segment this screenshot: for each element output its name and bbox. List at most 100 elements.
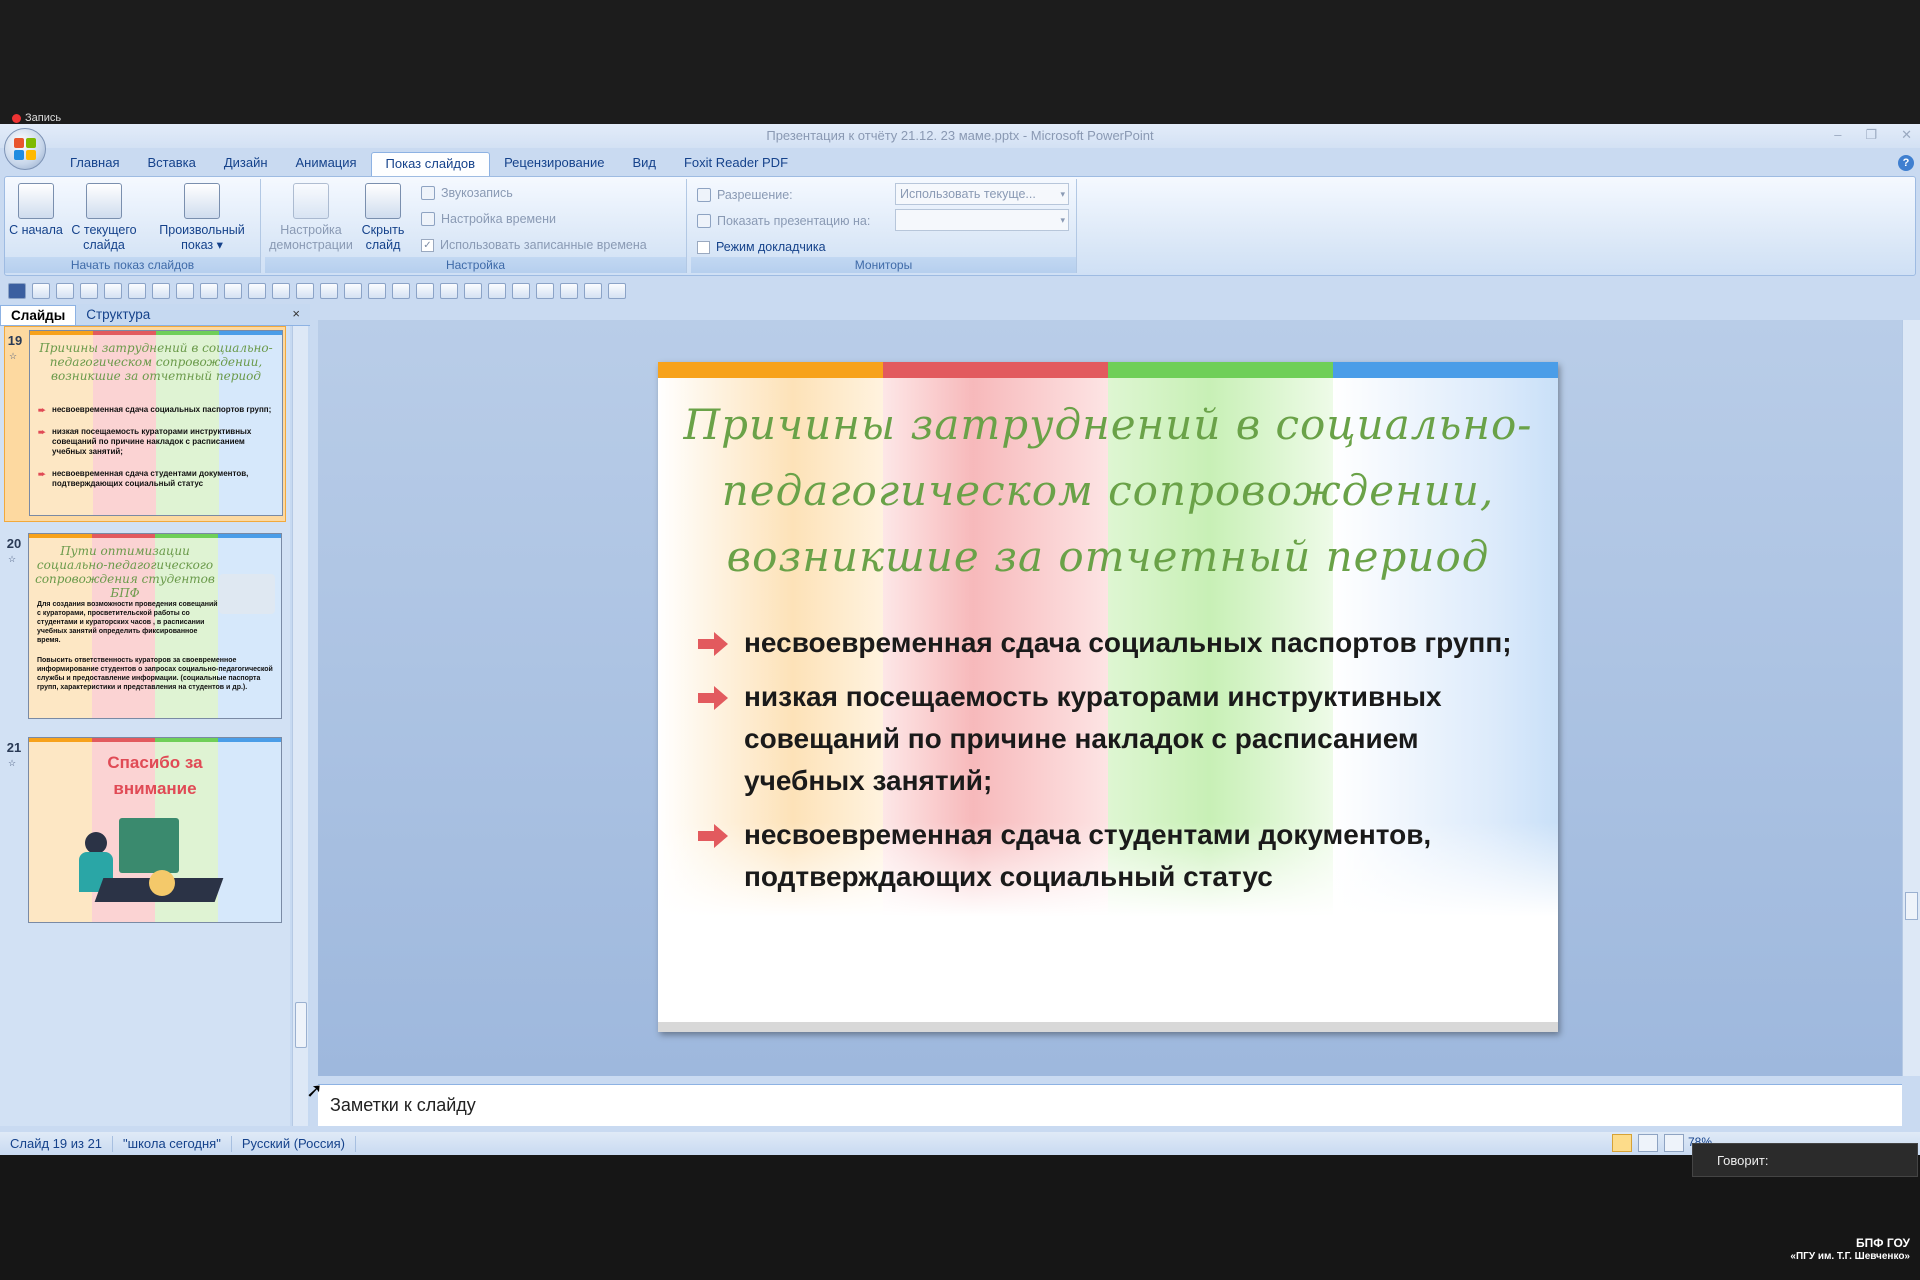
spelling-icon[interactable] bbox=[392, 283, 410, 299]
picture-icon[interactable] bbox=[152, 283, 170, 299]
paste-icon[interactable] bbox=[296, 283, 314, 299]
align-icon[interactable] bbox=[440, 283, 458, 299]
bullet-item: несвоевременная сдача студентами докумен… bbox=[678, 814, 1538, 898]
tab-design[interactable]: Дизайн bbox=[210, 152, 282, 176]
thumbnail-bullet: ➨ несвоевременная сдача социальных паспор… bbox=[38, 405, 272, 415]
open-icon[interactable] bbox=[416, 283, 434, 299]
slide-sorter-icon[interactable] bbox=[1638, 1134, 1658, 1152]
thumbnail-slide-19[interactable]: 19 ☆ Причины затруднений в социально-пед… bbox=[4, 326, 286, 522]
hide-slide-button[interactable]: Скрыть слайд bbox=[355, 181, 411, 253]
arrange-icon[interactable] bbox=[464, 283, 482, 299]
setup-show-icon bbox=[293, 183, 329, 219]
status-theme[interactable]: "школа сегодня" bbox=[113, 1135, 232, 1152]
notes-pane[interactable]: Заметки к слайду bbox=[318, 1084, 1902, 1126]
scrollbar-thumb[interactable] bbox=[1905, 892, 1918, 920]
preview-icon[interactable] bbox=[104, 283, 122, 299]
print-icon[interactable] bbox=[80, 283, 98, 299]
thumbnail-text: Повысить ответственность кураторов за св… bbox=[37, 657, 273, 691]
thumbnail-slide-21[interactable]: 21 ☆ Спасибо за внимание bbox=[4, 734, 286, 930]
group-label-setup: Настройка bbox=[265, 257, 686, 273]
tab-slides[interactable]: Слайды bbox=[0, 305, 77, 325]
table-icon[interactable] bbox=[536, 283, 554, 299]
record-narration-button[interactable]: Звукозапись bbox=[421, 183, 513, 203]
resolution-select[interactable]: Использовать текуще... ▾ bbox=[895, 183, 1069, 205]
show-on-label: Показать презентацию на: bbox=[717, 214, 871, 228]
crop-icon[interactable] bbox=[176, 283, 194, 299]
tab-review[interactable]: Рецензирование bbox=[490, 152, 618, 176]
scrollbar-thumb[interactable] bbox=[295, 1002, 307, 1048]
thumbnail-image: Спасибо за внимание bbox=[28, 737, 282, 923]
presenter-view-checkbox[interactable]: Режим докладчика bbox=[697, 237, 826, 257]
undo-icon[interactable] bbox=[32, 283, 50, 299]
use-timings-checkbox[interactable]: ✓ Использовать записанные времена bbox=[421, 235, 647, 255]
show-on-select[interactable]: ▾ bbox=[895, 209, 1069, 231]
from-start-button[interactable]: С начала bbox=[9, 181, 63, 238]
resolution-label: Разрешение: bbox=[717, 188, 793, 202]
clipboard-icon[interactable] bbox=[584, 283, 602, 299]
copy-icon[interactable] bbox=[272, 283, 290, 299]
thumbnail-title: Пути оптимизации социально-педагогическо… bbox=[35, 544, 215, 600]
custom-show-button[interactable]: Произвольный показ ▾ bbox=[149, 181, 255, 253]
save-icon[interactable] bbox=[8, 283, 26, 299]
thank-you-text: Спасибо за внимание bbox=[107, 753, 203, 798]
watermark-line2: «ПГУ им. Т.Г. Шевченко» bbox=[1790, 1251, 1910, 1262]
status-language[interactable]: Русский (Россия) bbox=[232, 1135, 356, 1152]
title-bar: Презентация к отчёту 21.12. 23 маме.pptx… bbox=[0, 124, 1920, 148]
mouse-cursor-icon: ➚ bbox=[306, 1080, 323, 1102]
slide-body[interactable]: несвоевременная сдача социальных паспорт… bbox=[678, 622, 1538, 910]
setup-show-button[interactable]: Настройка демонстрации bbox=[269, 181, 353, 253]
normal-view-icon[interactable] bbox=[1612, 1134, 1632, 1152]
select-icon[interactable] bbox=[512, 283, 530, 299]
tab-outline[interactable]: Структура bbox=[76, 305, 160, 325]
powerpoint-window: Презентация к отчёту 21.12. 23 маме.pptx… bbox=[0, 124, 1920, 1155]
format-painter-icon[interactable] bbox=[200, 283, 218, 299]
group-label-monitors: Мониторы bbox=[691, 257, 1076, 273]
checkmark-icon: ✓ bbox=[421, 238, 434, 252]
close-panel-icon[interactable]: × bbox=[292, 306, 300, 321]
bullet-text: несвоевременная сдача студентами докумен… bbox=[744, 819, 1432, 892]
email-icon[interactable] bbox=[128, 283, 146, 299]
layout-icon[interactable] bbox=[248, 283, 266, 299]
thumbnail-number: 20 bbox=[6, 536, 22, 551]
tab-view[interactable]: Вид bbox=[618, 152, 670, 176]
panel-scrollbar[interactable] bbox=[292, 326, 308, 1126]
slide-title[interactable]: Причины затруднений в социально-педагоги… bbox=[678, 392, 1538, 590]
rehearse-timings-button[interactable]: Настройка времени bbox=[421, 209, 556, 229]
help-icon[interactable]: ? bbox=[1898, 155, 1914, 171]
arrow-bullet-icon bbox=[698, 824, 728, 848]
minimize-icon[interactable]: – bbox=[1834, 124, 1841, 146]
hide-slide-icon bbox=[365, 183, 401, 219]
office-button[interactable] bbox=[4, 128, 46, 170]
tab-slideshow[interactable]: Показ слайдов bbox=[370, 152, 491, 176]
slideshow-view-icon[interactable] bbox=[1664, 1134, 1684, 1152]
from-current-button[interactable]: С текущего слайда bbox=[65, 181, 143, 253]
find-icon[interactable] bbox=[488, 283, 506, 299]
tab-foxit[interactable]: Foxit Reader PDF bbox=[670, 152, 802, 176]
textbox-icon[interactable] bbox=[320, 283, 338, 299]
resolution-icon bbox=[697, 188, 711, 202]
checkbox-empty-icon bbox=[697, 240, 710, 254]
group-icon[interactable] bbox=[368, 283, 386, 299]
tab-home[interactable]: Главная bbox=[56, 152, 133, 176]
new-slide-icon[interactable] bbox=[224, 283, 242, 299]
close-icon[interactable]: ✕ bbox=[1901, 124, 1912, 146]
group-monitors: Разрешение: Использовать текуще... ▾ Пок… bbox=[691, 179, 1077, 273]
tab-insert[interactable]: Вставка bbox=[133, 152, 209, 176]
draw-icon[interactable] bbox=[344, 283, 362, 299]
current-slide[interactable]: Причины затруднений в социально-педагоги… bbox=[658, 362, 1558, 1032]
main-scrollbar[interactable] bbox=[1902, 320, 1920, 1076]
thumbnail-slide-20[interactable]: 20 ☆ Пути оптимизации социально-педагоги… bbox=[4, 530, 286, 726]
page-icon[interactable] bbox=[560, 283, 578, 299]
resolution-value: Использовать текуще... bbox=[900, 187, 1036, 201]
from-current-label: С текущего слайда bbox=[71, 223, 137, 252]
record-icon bbox=[12, 113, 21, 123]
chevron-down-icon: ▾ bbox=[1060, 189, 1065, 199]
redo-icon[interactable] bbox=[56, 283, 74, 299]
maximize-icon[interactable]: ❐ bbox=[1865, 124, 1877, 146]
tab-animation[interactable]: Анимация bbox=[282, 152, 371, 176]
window-title: Презентация к отчёту 21.12. 23 маме.pptx… bbox=[766, 128, 1154, 143]
resolution-row: Разрешение: bbox=[697, 185, 793, 205]
record-narration-label: Звукозапись bbox=[441, 186, 513, 200]
customize-icon[interactable] bbox=[608, 283, 626, 299]
transition-icon: ☆ bbox=[8, 758, 17, 768]
